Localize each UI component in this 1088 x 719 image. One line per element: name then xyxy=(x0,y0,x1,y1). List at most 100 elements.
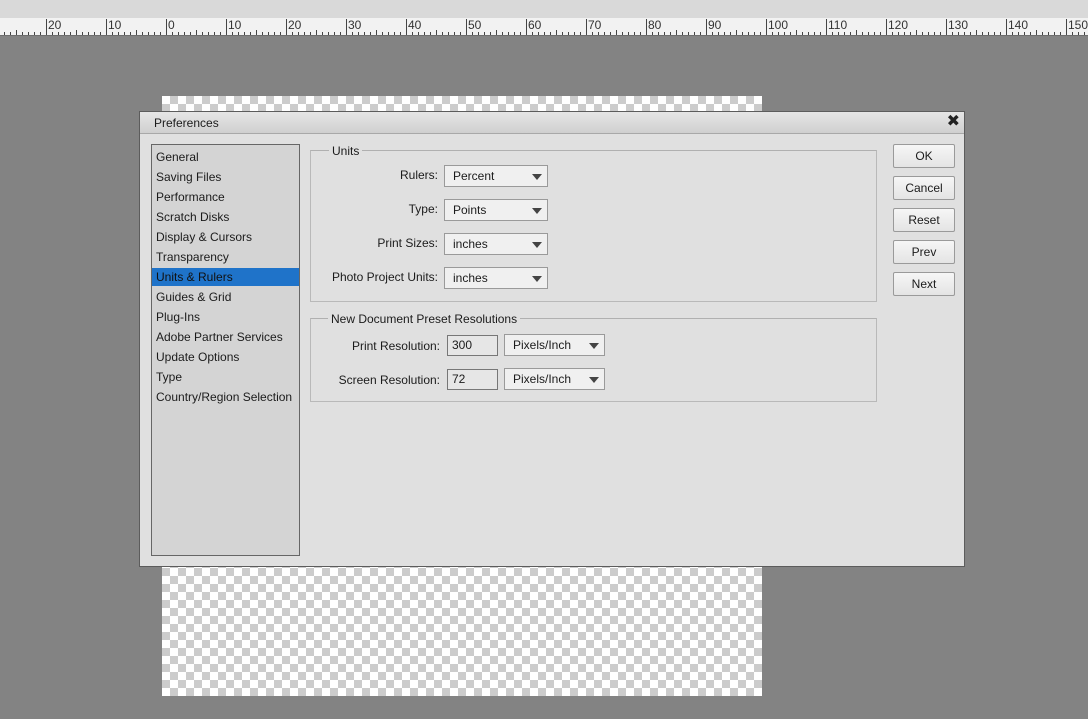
ruler-tick xyxy=(460,32,461,35)
next-button[interactable]: Next xyxy=(893,272,955,296)
ruler-tick xyxy=(424,32,425,35)
ruler-tick xyxy=(520,32,521,35)
ruler-label: 10 xyxy=(108,18,122,32)
ruler-tick xyxy=(640,32,641,35)
ruler-label: 30 xyxy=(348,18,362,32)
print-resolution-input[interactable]: 300 xyxy=(447,335,498,356)
ruler-tick xyxy=(598,32,599,35)
ruler-label: 100 xyxy=(768,18,789,32)
preferences-category-list[interactable]: General Saving Files Performance Scratch Di… xyxy=(151,144,300,556)
ruler-tick xyxy=(838,32,839,35)
chevron-down-icon xyxy=(532,276,542,282)
ruler-tick xyxy=(820,32,821,35)
ruler-tick xyxy=(346,19,347,35)
ruler-tick xyxy=(916,30,917,35)
category-item[interactable]: General xyxy=(152,148,299,166)
ruler-tick xyxy=(136,30,137,35)
prev-button[interactable]: Prev xyxy=(893,240,955,264)
ruler-tick xyxy=(484,32,485,35)
ruler-tick xyxy=(664,32,665,35)
ruler-tick xyxy=(760,32,761,35)
category-item[interactable]: Units & Rulers xyxy=(152,268,299,286)
ruler-tick xyxy=(874,32,875,35)
rulers-label: Rulers: xyxy=(399,168,438,182)
ruler-tick xyxy=(652,32,653,35)
ruler-tick xyxy=(610,32,611,35)
ruler-tick xyxy=(304,32,305,35)
close-icon[interactable]: ✖ xyxy=(947,113,960,131)
ruler-tick xyxy=(388,32,389,35)
ruler-tick xyxy=(970,32,971,35)
ruler-tick xyxy=(646,19,647,35)
type-select-value: Points xyxy=(453,203,487,217)
ruler-tick xyxy=(922,32,923,35)
ruler-label: 40 xyxy=(408,18,422,32)
type-select[interactable]: Points xyxy=(444,199,548,221)
ruler-tick xyxy=(628,32,629,35)
category-item[interactable]: Update Options xyxy=(152,348,299,366)
chevron-down-icon xyxy=(532,242,542,248)
ruler-tick xyxy=(400,32,401,35)
category-item[interactable]: Country/Region Selection xyxy=(152,388,299,406)
ruler-tick xyxy=(340,32,341,35)
category-item[interactable]: Plug-Ins xyxy=(152,308,299,326)
ruler-tick xyxy=(418,32,419,35)
photo-project-units-select[interactable]: inches xyxy=(444,267,548,289)
ruler-tick xyxy=(574,32,575,35)
horizontal-ruler[interactable]: 20 10 0 10 20 30 40 50 60 70 80 90 100 110 120 130 140 15… xyxy=(0,18,1088,36)
ruler-tick xyxy=(748,32,749,35)
ruler-tick xyxy=(850,32,851,35)
category-item[interactable]: Adobe Partner Services xyxy=(152,328,299,346)
ruler-tick xyxy=(1000,32,1001,35)
cancel-button[interactable]: Cancel xyxy=(893,176,955,200)
ruler-label: 80 xyxy=(648,18,662,32)
units-group-legend: Units xyxy=(329,144,363,158)
ruler-tick xyxy=(526,19,527,35)
ruler-label: 150 xyxy=(1068,18,1088,32)
category-item[interactable]: Scratch Disks xyxy=(152,208,299,226)
print-sizes-label: Print Sizes: xyxy=(377,236,438,250)
ruler-tick xyxy=(886,19,887,35)
ruler-tick xyxy=(778,32,779,35)
ruler-tick xyxy=(148,32,149,35)
ruler-tick xyxy=(178,32,179,35)
ok-button[interactable]: OK xyxy=(893,144,955,168)
category-item[interactable]: Display & Cursors xyxy=(152,228,299,246)
category-item[interactable]: Transparency xyxy=(152,248,299,266)
screen-resolution-unit-select[interactable]: Pixels/Inch xyxy=(504,368,605,390)
ruler-tick xyxy=(862,32,863,35)
ruler-tick xyxy=(766,19,767,35)
ruler-tick xyxy=(976,30,977,35)
ruler-tick xyxy=(160,32,161,35)
ruler-tick xyxy=(994,32,995,35)
reset-button[interactable]: Reset xyxy=(893,208,955,232)
category-item[interactable]: Guides & Grid xyxy=(152,288,299,306)
ruler-tick xyxy=(316,30,317,35)
ruler-tick xyxy=(880,32,881,35)
ruler-tick xyxy=(256,30,257,35)
print-resolution-unit-select[interactable]: Pixels/Inch xyxy=(504,334,605,356)
dialog-title-bar[interactable]: Preferences ✖ xyxy=(140,112,964,134)
ruler-tick xyxy=(112,32,113,35)
category-item[interactable]: Saving Files xyxy=(152,168,299,186)
rulers-select[interactable]: Percent xyxy=(444,165,548,187)
category-item[interactable]: Performance xyxy=(152,188,299,206)
category-item[interactable]: Type xyxy=(152,368,299,386)
ruler-tick xyxy=(1012,32,1013,35)
ruler-tick xyxy=(208,32,209,35)
ruler-tick xyxy=(430,32,431,35)
screen-resolution-unit-value: Pixels/Inch xyxy=(513,372,572,386)
screen-resolution-input[interactable]: 72 xyxy=(447,369,498,390)
ruler-label: 60 xyxy=(528,18,542,32)
ruler-tick xyxy=(166,19,167,35)
ruler-tick xyxy=(1042,32,1043,35)
ruler-tick xyxy=(52,32,53,35)
photo-project-units-label: Photo Project Units: xyxy=(331,270,438,284)
print-sizes-select[interactable]: inches xyxy=(444,233,548,255)
ruler-tick xyxy=(238,32,239,35)
ruler-tick xyxy=(952,32,953,35)
ruler-tick xyxy=(16,30,17,35)
ruler-tick xyxy=(472,32,473,35)
ruler-tick xyxy=(868,32,869,35)
ruler-tick xyxy=(904,32,905,35)
